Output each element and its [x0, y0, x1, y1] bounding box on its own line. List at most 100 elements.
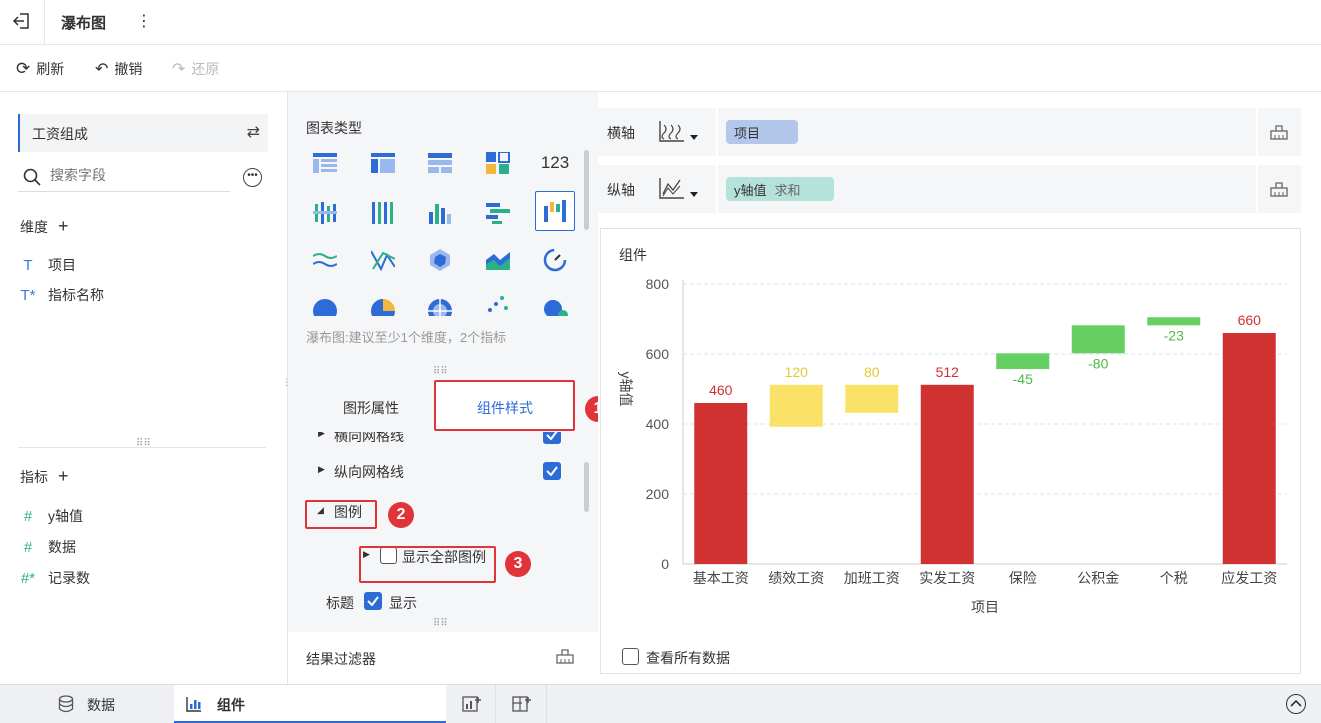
x-shelf-clear-icon[interactable]: [1269, 121, 1289, 144]
rose-chart-icon[interactable]: [363, 288, 403, 316]
chart-type-hint: 瀑布图:建议至少1个维度，2个指标: [306, 330, 507, 345]
waterfall-chart-icon[interactable]: [535, 191, 575, 231]
search-options-icon[interactable]: •••: [243, 168, 262, 187]
hgrid-row[interactable]: ▶ 横向网格线: [306, 432, 576, 446]
resize-handle[interactable]: ⠿⠿: [433, 618, 448, 629]
calc-text-field-icon: T*: [20, 286, 36, 304]
redo-label: 还原: [191, 61, 220, 77]
refresh-button[interactable]: ⟳ 刷新: [16, 59, 64, 79]
waterfall-bar: [920, 384, 974, 564]
dimension-label: 项目: [48, 257, 76, 273]
text-field-icon: T: [23, 256, 33, 274]
waterfall-bar: [694, 403, 748, 564]
dimension-header: 维度 +: [20, 216, 69, 237]
measure-label: y轴值: [48, 508, 83, 524]
filter-drop-icon[interactable]: [555, 646, 575, 667]
data-label: 512: [936, 364, 960, 380]
result-filter-section: 结果过滤器: [288, 632, 598, 684]
add-dashboard-icon[interactable]: [497, 685, 547, 723]
y-field-pill[interactable]: y轴值 求和: [726, 177, 834, 201]
more-icon[interactable]: ⋮: [136, 11, 152, 31]
widget-title: 组件: [619, 247, 647, 263]
add-dimension-icon[interactable]: +: [58, 216, 69, 237]
title-show-checkbox[interactable]: [364, 592, 382, 610]
undo-label: 撤销: [114, 61, 143, 77]
line-chart-icon[interactable]: [305, 240, 345, 280]
tab-graphic-properties[interactable]: 图形属性: [306, 380, 442, 430]
annotation-marker-3: 3: [505, 551, 531, 577]
undo-button[interactable]: ↶ 撤销: [95, 59, 142, 79]
multi-pie-icon[interactable]: [420, 288, 460, 316]
y-shelf-clear-icon[interactable]: [1269, 178, 1289, 201]
x-tick-label: 保险: [1009, 570, 1037, 586]
number-field-icon: #: [23, 507, 33, 525]
dimension-item[interactable]: T 项目: [20, 255, 76, 275]
cross-table-icon[interactable]: [363, 143, 403, 183]
table-chart-icon[interactable]: [305, 143, 345, 183]
measure-item[interactable]: # 数据: [20, 537, 76, 557]
collapse-up-icon[interactable]: [1286, 694, 1306, 714]
style-list: ▶ 横向网格线 ▶ 纵向网格线 ◢ 图例 ▶ 显示全部图例 标题 显示: [306, 432, 576, 632]
tab-label: 图形属性: [343, 400, 399, 416]
add-measure-icon[interactable]: +: [58, 466, 69, 487]
data-label: 460: [709, 382, 733, 398]
polyline-chart-icon[interactable]: [363, 240, 403, 280]
exit-icon[interactable]: [12, 11, 32, 31]
y-field-aggregation: 求和: [774, 182, 801, 198]
x-field-pill[interactable]: 项目: [726, 120, 798, 144]
y-axis-type-icon[interactable]: [658, 176, 702, 205]
hgrid-checkbox[interactable]: [543, 432, 561, 444]
waterfall-bar: [1071, 325, 1125, 354]
redo-button[interactable]: ↷ 还原: [172, 59, 219, 79]
gauge-chart-icon[interactable]: [535, 240, 575, 280]
add-widget-icon[interactable]: [448, 685, 496, 723]
x-axis-type-icon[interactable]: [658, 119, 702, 148]
toolbar: ⟳ 刷新 ↶ 撤销 ↷ 还原: [0, 45, 1321, 92]
hgrid-label: 横向网格线: [334, 432, 404, 444]
vgrid-checkbox[interactable]: [543, 462, 561, 480]
detail-table-icon[interactable]: [420, 143, 460, 183]
number-icon[interactable]: 123: [535, 143, 575, 183]
title-bar: 瀑布图 ⋮: [0, 0, 1321, 45]
radar-chart-icon[interactable]: [420, 240, 460, 280]
kpi-card-icon[interactable]: [478, 143, 518, 183]
stacked-column-icon[interactable]: [363, 193, 403, 233]
bar-chart-icon[interactable]: [478, 193, 518, 233]
x-tick-label: 公积金: [1077, 570, 1119, 586]
measure-label: 记录数: [48, 570, 90, 586]
view-all-data-checkbox[interactable]: [622, 648, 639, 665]
tab-data[interactable]: 数据: [0, 685, 172, 723]
x-tick-label: 绩效工资: [768, 570, 824, 586]
tab-widget-label: 组件: [217, 697, 245, 713]
pie-chart-icon[interactable]: [305, 288, 345, 316]
title-row: 标题 显示: [306, 589, 576, 615]
chart-widget[interactable]: 组件 0 200 400 600 800 460 基本工资 120 绩效工资 80 加班工资 512 实…: [600, 228, 1301, 674]
resize-handle[interactable]: ⠿⠿: [433, 366, 448, 377]
data-label: -45: [1013, 371, 1033, 387]
data-label: 660: [1238, 312, 1262, 328]
search-input[interactable]: [50, 167, 220, 183]
annotation-box-legend: [305, 500, 377, 529]
scatter-chart-icon[interactable]: [478, 288, 518, 316]
style-list-scrollbar[interactable]: [584, 462, 589, 512]
area-chart-icon[interactable]: [478, 240, 518, 280]
measure-item[interactable]: # y轴值: [20, 506, 83, 526]
dot-bar-icon[interactable]: [305, 193, 345, 233]
x-tick-label: 个税: [1160, 570, 1188, 586]
switch-dataset-icon[interactable]: ⇄: [247, 122, 260, 142]
vgrid-row[interactable]: ▶ 纵向网格线: [306, 458, 576, 484]
measure-item[interactable]: #* 记录数: [20, 568, 90, 588]
y-axis-label: 纵轴: [607, 182, 635, 198]
x-tick-label: 应发工资: [1221, 570, 1277, 586]
dataset-selector[interactable]: 工资组成 ⇄: [18, 114, 268, 152]
data-label: 80: [864, 364, 880, 380]
column-chart-icon[interactable]: [420, 193, 460, 233]
title-show-label: 显示: [389, 595, 417, 611]
bubble-chart-icon[interactable]: [535, 288, 575, 316]
search-field[interactable]: [18, 164, 230, 192]
chart-type-scrollbar[interactable]: [584, 150, 589, 230]
dimension-item[interactable]: T* 指标名称: [20, 285, 105, 305]
undo-icon: ↶: [95, 61, 109, 78]
waterfall-bar: [845, 384, 899, 413]
tab-widget[interactable]: 组件: [174, 685, 446, 723]
